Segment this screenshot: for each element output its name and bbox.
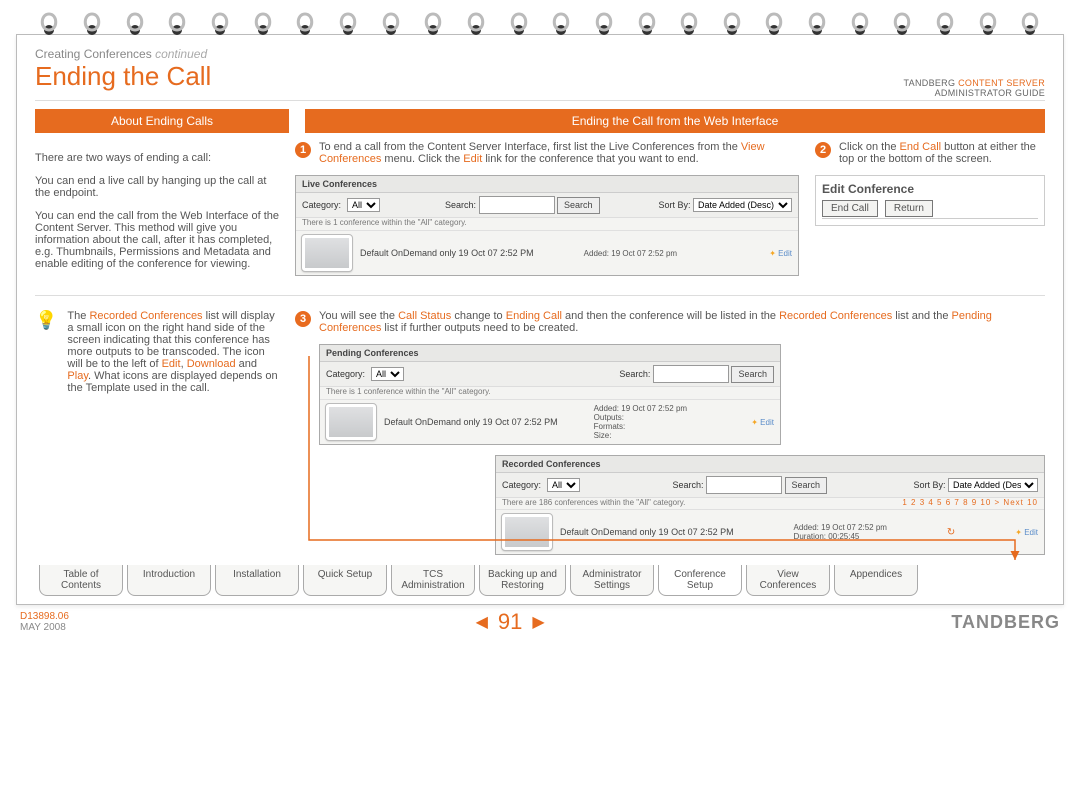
pending-search-button[interactable]: Search	[731, 366, 774, 383]
spiral-binding: // rings rendered below after data load?…	[0, 0, 1080, 34]
thumbnail-icon	[326, 404, 376, 440]
prev-page-icon[interactable]: ◀	[476, 612, 488, 632]
breadcrumb: Creating Conferences continued	[35, 47, 211, 61]
live-category-select[interactable]: All	[347, 198, 380, 212]
section-banner-webinterface: Ending the Call from the Web Interface	[305, 109, 1045, 133]
step-3-text: You will see the Call Status change to E…	[319, 310, 1045, 334]
page-sheet: Creating Conferences continued Ending th…	[16, 34, 1064, 605]
nav-tab[interactable]: Appendices	[834, 565, 918, 596]
step-number-1: 1	[295, 142, 311, 158]
recorded-category-select[interactable]: All	[547, 478, 580, 492]
nav-tab[interactable]: Backing up andRestoring	[479, 565, 566, 596]
document-number: D13898.06 MAY 2008	[20, 611, 69, 633]
page-number: 91	[498, 609, 522, 635]
about-text-block: There are two ways of ending a call: You…	[35, 141, 279, 281]
recorded-search-input[interactable]	[706, 476, 782, 494]
live-edit-link[interactable]: Edit	[769, 249, 792, 258]
pending-row: Default OnDemand only 19 Oct 07 2:52 PM …	[320, 399, 780, 444]
live-conferences-panel: Live Conferences Category: All Search: S…	[295, 175, 799, 276]
section-banner-about: About Ending Calls	[35, 109, 289, 133]
step-2-text: Click on the End Call button at either t…	[839, 141, 1045, 165]
step-2: 2 Click on the End Call button at either…	[815, 141, 1045, 165]
live-title: Live Conferences	[296, 176, 798, 193]
live-row: Default OnDemand only 19 Oct 07 2:52 PM …	[296, 230, 798, 275]
recorded-sort-select[interactable]: Date Added (Desc)	[948, 478, 1038, 492]
transcode-pending-icon: ↻	[947, 527, 955, 538]
pending-edit-link[interactable]: Edit	[751, 418, 774, 427]
step-3: 3 You will see the Call Status change to…	[295, 310, 1045, 334]
next-page-icon[interactable]: ▶	[532, 612, 544, 632]
page-title: Ending the Call	[35, 61, 211, 92]
recorded-edit-link[interactable]: Edit	[1015, 528, 1038, 537]
return-button[interactable]: Return	[885, 200, 933, 217]
recorded-conferences-panel: Recorded Conferences Category: All Searc…	[495, 455, 1045, 555]
live-sort-select[interactable]: Date Added (Desc)	[693, 198, 792, 212]
tip-block: 💡 The Recorded Conferences list will dis…	[35, 310, 279, 394]
step-1-text: To end a call from the Content Server In…	[319, 141, 799, 165]
live-search-input[interactable]	[479, 196, 555, 214]
pending-conferences-panel: Pending Conferences Category: All Search…	[319, 344, 781, 445]
nav-tab[interactable]: ViewConferences	[746, 565, 830, 596]
edit-conference-panel: Edit Conference End Call Return	[815, 175, 1045, 226]
document-brand-header: TANDBERG CONTENT SERVER ADMINISTRATOR GU…	[904, 78, 1045, 98]
pending-search-input[interactable]	[653, 365, 729, 383]
recorded-row: Default OnDemand only 19 Oct 07 2:52 PM …	[496, 509, 1044, 554]
nav-tab[interactable]: Installation	[215, 565, 299, 596]
nav-tab[interactable]: TCSAdministration	[391, 565, 475, 596]
thumbnail-icon	[302, 235, 352, 271]
nav-tab[interactable]: AdministratorSettings	[570, 565, 654, 596]
nav-tab[interactable]: Table ofContents	[39, 565, 123, 596]
page-navigator: ◀ 91 ▶	[476, 609, 545, 635]
nav-tabs: Table ofContentsIntroductionInstallation…	[35, 565, 1045, 596]
end-call-button[interactable]: End Call	[822, 200, 878, 217]
step-1: 1 To end a call from the Content Server …	[295, 141, 799, 165]
step-number-3: 3	[295, 311, 311, 327]
thumbnail-icon	[502, 514, 552, 550]
nav-tab[interactable]: ConferenceSetup	[658, 565, 742, 596]
recorded-search-button[interactable]: Search	[785, 477, 828, 494]
nav-tab[interactable]: Introduction	[127, 565, 211, 596]
step-number-2: 2	[815, 142, 831, 158]
recorded-pager[interactable]: 1 2 3 4 5 6 7 8 9 10 > Next 10	[902, 498, 1038, 507]
pending-category-select[interactable]: All	[371, 367, 404, 381]
lightbulb-icon: 💡	[35, 310, 57, 394]
nav-tab[interactable]: Quick Setup	[303, 565, 387, 596]
live-search-button[interactable]: Search	[557, 197, 600, 214]
brand-logo: TANDBERG	[951, 612, 1060, 633]
